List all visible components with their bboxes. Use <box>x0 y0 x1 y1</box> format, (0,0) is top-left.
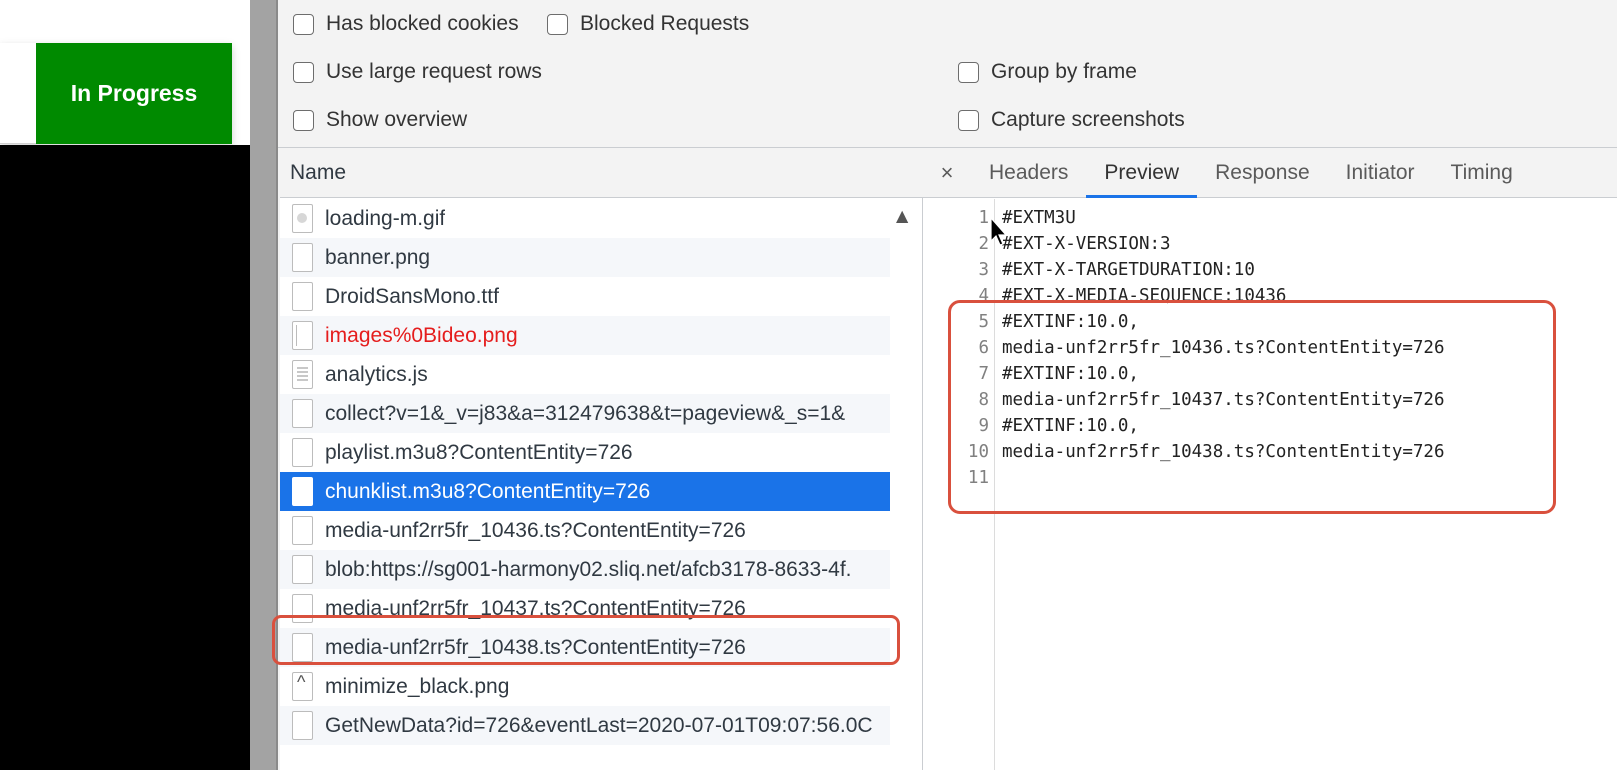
file-icon <box>292 243 313 272</box>
line-number: 1 <box>978 208 989 228</box>
devtools-network-panel: Has blocked cookies Blocked Requests Use… <box>272 0 1617 770</box>
request-row[interactable]: chunklist.m3u8?ContentEntity=726 <box>280 472 890 511</box>
show-overview-label: Show overview <box>326 108 468 131</box>
use-large-request-rows-label: Use large request rows <box>326 60 542 83</box>
request-name: chunklist.m3u8?ContentEntity=726 <box>325 479 651 503</box>
file-icon <box>292 282 313 311</box>
file-icon <box>292 399 313 428</box>
request-name: analytics.js <box>325 362 428 386</box>
blocked-requests-option[interactable]: Blocked Requests <box>547 12 749 36</box>
group-by-frame-checkbox[interactable] <box>958 61 979 83</box>
request-row[interactable]: playlist.m3u8?ContentEntity=726 <box>280 433 890 472</box>
code-line: 2 #EXT-X-VERSION:3 <box>923 231 1617 257</box>
request-row[interactable]: GetNewData?id=726&eventLast=2020-07-01T0… <box>280 706 890 745</box>
playlist-entries-callout <box>948 300 1556 514</box>
request-name: playlist.m3u8?ContentEntity=726 <box>325 440 633 464</box>
code-line: 1 #EXTM3U <box>923 205 1617 231</box>
request-detail-pane: × Headers Preview Response Initiator Timing … <box>923 148 1617 770</box>
capture-screenshots-label: Capture screenshots <box>991 108 1185 131</box>
request-list-panel: Name ▲ loading-m.gif banner.png DroidSansM… <box>272 148 923 770</box>
request-list: loading-m.gif banner.png DroidSansMono.ttf… <box>280 199 890 770</box>
file-icon <box>292 711 313 740</box>
request-row[interactable]: loading-m.gif <box>280 199 890 238</box>
blocked-requests-label: Blocked Requests <box>580 12 750 35</box>
file-icon <box>292 477 313 506</box>
name-column-header[interactable]: Name <box>280 148 923 198</box>
show-overview-checkbox[interactable] <box>293 109 314 131</box>
line-text: #EXT-X-TARGETDURATION:10 <box>1002 260 1255 280</box>
request-row[interactable]: banner.png <box>280 238 890 277</box>
preview-code-viewer: 1 #EXTM3U 2 #EXT-X-VERSION:3 3 #EXT-X-TARGETD… <box>923 199 1617 770</box>
group-by-frame-option[interactable]: Group by frame <box>958 60 1137 84</box>
request-name: DroidSansMono.ttf <box>325 284 499 308</box>
request-name: banner.png <box>325 245 431 269</box>
line-number: 2 <box>978 234 989 254</box>
use-large-request-rows-checkbox[interactable] <box>293 61 314 83</box>
capture-screenshots-checkbox[interactable] <box>958 109 979 131</box>
request-row[interactable]: DroidSansMono.ttf <box>280 277 890 316</box>
file-icon <box>292 555 313 584</box>
in-progress-button[interactable]: In Progress <box>36 43 232 144</box>
request-row[interactable]: analytics.js <box>280 355 890 394</box>
script-file-icon <box>292 360 313 389</box>
request-row[interactable]: media-unf2rr5fr_10436.ts?ContentEntity=7… <box>280 511 890 550</box>
sort-ascending-icon[interactable]: ▲ <box>896 206 908 225</box>
blocked-requests-checkbox[interactable] <box>547 13 568 35</box>
line-text: #EXT-X-VERSION:3 <box>1002 234 1171 254</box>
request-name: loading-m.gif <box>325 206 446 230</box>
file-icon <box>292 516 313 545</box>
capture-screenshots-option[interactable]: Capture screenshots <box>958 108 1185 132</box>
request-name: media-unf2rr5fr_10436.ts?ContentEntity=7… <box>325 518 746 542</box>
tab-response[interactable]: Response <box>1197 148 1328 198</box>
name-column-label: Name <box>290 160 347 184</box>
detail-tabs: × Headers Preview Response Initiator Timing <box>923 148 1617 198</box>
tab-headers[interactable]: Headers <box>971 148 1086 198</box>
request-name: collect?v=1&_v=j83&a=312479638&t=pagevie… <box>325 401 846 425</box>
image-file-icon <box>292 321 313 350</box>
tab-preview[interactable]: Preview <box>1086 148 1197 198</box>
line-number: 3 <box>978 260 989 280</box>
request-row[interactable]: minimize_black.png <box>280 667 890 706</box>
request-name: GetNewData?id=726&eventLast=2020-07-01T0… <box>325 713 873 737</box>
request-row[interactable]: blob:https://sg001-harmony02.sliq.net/af… <box>280 550 890 589</box>
gif-file-icon <box>292 204 313 233</box>
request-row[interactable]: images%0Bideo.png <box>280 316 890 355</box>
chevron-up-file-icon <box>292 672 313 701</box>
code-line: 3 #EXT-X-TARGETDURATION:10 <box>923 257 1617 283</box>
tab-initiator[interactable]: Initiator <box>1328 148 1433 198</box>
close-icon[interactable]: × <box>923 160 971 186</box>
file-icon <box>292 438 313 467</box>
use-large-request-rows-option[interactable]: Use large request rows <box>293 60 542 84</box>
request-name: blob:https://sg001-harmony02.sliq.net/af… <box>325 557 852 581</box>
show-overview-option[interactable]: Show overview <box>293 108 467 132</box>
request-row[interactable]: collect?v=1&_v=j83&a=312479638&t=pagevie… <box>280 394 890 433</box>
has-blocked-cookies-checkbox[interactable] <box>293 13 314 35</box>
has-blocked-cookies-label: Has blocked cookies <box>326 12 519 35</box>
mouse-cursor-icon <box>990 217 1008 246</box>
has-blocked-cookies-option[interactable]: Has blocked cookies <box>293 12 519 36</box>
group-by-frame-label: Group by frame <box>991 60 1137 83</box>
request-name: images%0Bideo.png <box>325 323 518 347</box>
tab-timing[interactable]: Timing <box>1433 148 1531 198</box>
request-name: minimize_black.png <box>325 674 510 698</box>
selected-request-callout <box>272 615 900 665</box>
